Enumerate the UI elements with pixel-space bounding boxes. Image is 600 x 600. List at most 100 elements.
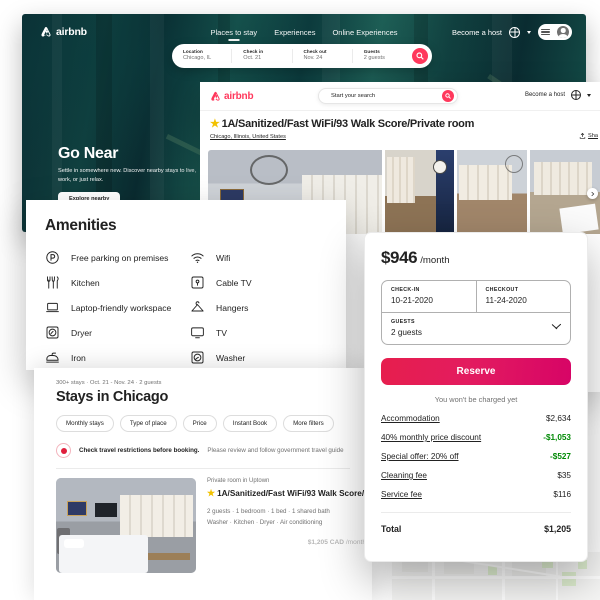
amenity-label: Wifi bbox=[216, 252, 231, 263]
booking-price-amount: $946 bbox=[381, 248, 418, 267]
reserve-button[interactable]: Reserve bbox=[381, 358, 571, 385]
listing-location[interactable]: Chicago, Illinois, United States bbox=[210, 134, 590, 140]
become-a-host-link-home[interactable]: Become a host bbox=[452, 28, 502, 37]
airbnb-bmark-icon bbox=[41, 27, 51, 37]
filter-chip-more-filters[interactable]: More filters bbox=[283, 415, 334, 432]
checkout-field[interactable]: CHECKOUT 11-24-2020 bbox=[475, 281, 571, 312]
washer-icon bbox=[190, 350, 205, 365]
results-heading: Stays in Chicago bbox=[56, 389, 169, 405]
nav-link-places-to-stay[interactable]: Places to stay bbox=[210, 28, 257, 41]
travel-restrictions-notice: Check travel restrictions before booking… bbox=[34, 432, 372, 458]
go-near-promo: Go Near Settle in somewhere new. Discove… bbox=[58, 145, 208, 206]
fee-label[interactable]: 40% monthly price discount bbox=[381, 433, 481, 442]
listing-card-photo[interactable] bbox=[56, 478, 196, 573]
laptop-icon bbox=[45, 300, 60, 315]
filter-chip-monthly-stays[interactable]: Monthly stays bbox=[56, 415, 114, 432]
amenity-tv: TV bbox=[190, 320, 327, 345]
listing-result-card[interactable]: Private room in Uptown ★ 1A/Sanitized/Fa… bbox=[34, 469, 372, 573]
airbnb-logo-listing[interactable]: airbnb bbox=[210, 91, 254, 102]
chevron-down-icon-guests[interactable] bbox=[552, 324, 561, 333]
booking-dates-row: CHECK-IN 10-21-2020 CHECKOUT 11-24-2020 bbox=[382, 281, 570, 312]
fee-row-service-fee: Service fee $116 bbox=[381, 490, 571, 499]
cable-tv-icon bbox=[190, 275, 205, 290]
guests-label: GUESTS bbox=[391, 319, 415, 325]
gallery-next-button[interactable] bbox=[587, 188, 598, 199]
tv-icon bbox=[190, 325, 205, 340]
results-meta: 300+ stays · Oct. 21 - Nov. 24 · 2 guest… bbox=[56, 380, 162, 386]
checkout-value: 11-24-2020 bbox=[485, 296, 527, 305]
fee-value: -$1,053 bbox=[543, 433, 571, 442]
search-field-location[interactable]: Location Chicago, IL bbox=[172, 48, 233, 63]
filter-chip-instant-book[interactable]: Instant Book bbox=[222, 415, 278, 432]
share-control[interactable]: Sha bbox=[579, 132, 598, 140]
airbnb-bmark-icon-listing bbox=[211, 91, 220, 101]
fee-value: -$527 bbox=[550, 452, 571, 461]
user-menu-home[interactable] bbox=[538, 24, 572, 40]
search-field-checkout[interactable]: Check out Nov. 24 bbox=[293, 48, 353, 63]
dryer-icon bbox=[45, 325, 60, 340]
checkin-value: 10-21-2020 bbox=[391, 296, 433, 305]
globe-icon-home[interactable] bbox=[509, 26, 520, 38]
gallery-photo-2[interactable] bbox=[384, 150, 455, 234]
airbnb-logo-home[interactable]: airbnb bbox=[40, 26, 87, 38]
hamburger-icon-home bbox=[541, 28, 550, 36]
search-field-checkin[interactable]: Check in Oct. 21 bbox=[232, 48, 293, 63]
iron-icon bbox=[45, 350, 60, 365]
gallery-photo-3[interactable] bbox=[457, 150, 528, 234]
amenities-grid: Free parking on premises Wifi Kitchen Ca… bbox=[26, 235, 346, 370]
nav-link-experiences[interactable]: Experiences bbox=[274, 28, 315, 37]
booking-date-guests-box: CHECK-IN 10-21-2020 CHECKOUT 11-24-2020 … bbox=[381, 280, 571, 345]
listing-card-facts-line1: 2 guests · 1 bedroom · 1 bed · 1 shared … bbox=[207, 508, 330, 515]
search-value-checkin: Oct. 21 bbox=[243, 55, 262, 62]
search-results-page: 300+ stays · Oct. 21 - Nov. 24 · 2 guest… bbox=[34, 368, 372, 600]
booking-reserve-card: $946 /month CHECK-IN 10-21-2020 CHECKOUT… bbox=[364, 232, 588, 562]
globe-icon-listing[interactable] bbox=[571, 90, 581, 100]
chevron-down-icon-home[interactable] bbox=[527, 30, 531, 34]
search-submit-button[interactable] bbox=[412, 48, 428, 64]
chevron-down-icon-listing[interactable] bbox=[587, 93, 591, 97]
amenity-label: Washer bbox=[216, 352, 246, 363]
listing-card-facts: 2 guests · 1 bedroom · 1 bed · 1 shared … bbox=[207, 507, 372, 529]
filter-chip-price[interactable]: Price bbox=[182, 415, 217, 432]
fee-label[interactable]: Cleaning fee bbox=[381, 471, 427, 480]
homepage-nav-right: Become a host bbox=[452, 24, 572, 40]
fee-row-special-offer: Special offer: 20% off -$527 bbox=[381, 452, 571, 461]
fee-row-cleaning-fee: Cleaning fee $35 bbox=[381, 471, 571, 480]
screenshot-stage: airbnb Places to stay Experiences Online… bbox=[0, 0, 600, 600]
fee-label[interactable]: Service fee bbox=[381, 490, 422, 499]
amenity-iron: Iron bbox=[45, 345, 182, 370]
search-field-guests[interactable]: Guests 2 guests bbox=[353, 49, 412, 63]
become-a-host-link-listing[interactable]: Become a host bbox=[525, 92, 565, 98]
checkout-label: CHECKOUT bbox=[485, 287, 519, 293]
amenity-label: Free parking on premises bbox=[71, 252, 169, 263]
filter-chip-type-of-place[interactable]: Type of place bbox=[119, 415, 177, 432]
total-label: Total bbox=[381, 524, 402, 534]
hanger-icon bbox=[190, 300, 205, 315]
nav-link-online-experiences[interactable]: Online Experiences bbox=[332, 28, 397, 37]
superhost-star-icon: ★ bbox=[210, 117, 220, 130]
search-icon bbox=[416, 52, 424, 60]
amenity-label: Kitchen bbox=[71, 277, 100, 288]
checkin-field[interactable]: CHECK-IN 10-21-2020 bbox=[382, 281, 476, 312]
amenity-kitchen: Kitchen bbox=[45, 270, 182, 295]
parking-icon bbox=[45, 250, 60, 265]
amenity-washer: Washer bbox=[190, 345, 327, 370]
listing-title-text: 1A/Sanitized/Fast WiFi/93 Walk Score/Pri… bbox=[221, 118, 475, 130]
homepage-search-bar[interactable]: Location Chicago, IL Check in Oct. 21 Ch… bbox=[172, 44, 432, 68]
listing-navbar-right: Become a host bbox=[525, 90, 591, 100]
listing-card-title[interactable]: ★ 1A/Sanitized/Fast WiFi/93 Walk Score/ bbox=[207, 489, 372, 498]
airbnb-logo-text-home: airbnb bbox=[56, 26, 87, 38]
amenity-label: Iron bbox=[71, 352, 86, 363]
notice-body-text: Please review and follow government trav… bbox=[207, 447, 344, 454]
booking-total-divider bbox=[381, 512, 571, 513]
listing-search-placeholder: Start your search bbox=[331, 93, 376, 99]
fee-label[interactable]: Accommodation bbox=[381, 414, 440, 423]
listing-search-button[interactable] bbox=[442, 90, 454, 102]
listing-search-input[interactable]: Start your search bbox=[318, 88, 458, 104]
amenity-hangers: Hangers bbox=[190, 295, 327, 320]
avatar bbox=[557, 26, 569, 38]
fee-label[interactable]: Special offer: 20% off bbox=[381, 452, 459, 461]
listing-card-price-period: /month bbox=[344, 538, 366, 546]
search-value-guests: 2 guests bbox=[363, 55, 385, 62]
guests-field[interactable]: GUESTS 2 guests bbox=[382, 312, 570, 344]
